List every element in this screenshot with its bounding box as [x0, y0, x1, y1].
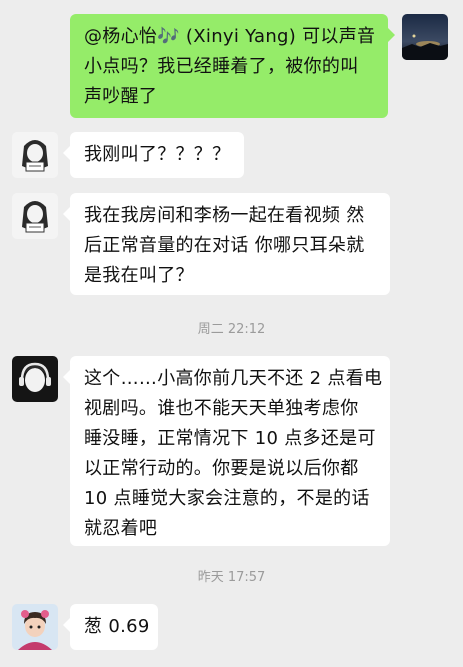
timestamp: 昨天 17:57: [197, 570, 266, 585]
message-line: 后正常音量的在对话 你哪只耳朵就: [84, 235, 365, 256]
message-line: 睡没睡，正常情况下 10 点多还是可: [84, 428, 376, 449]
message-line: 就忍着吧: [84, 518, 158, 539]
message-line: 小点吗？我已经睡着了，被你的叫: [84, 56, 359, 77]
timestamp: 周二 22:12: [197, 322, 266, 337]
message-bubble-received[interactable]: 葱 0.69: [63, 604, 158, 650]
message-line: @杨心怡🎶 (Xinyi Yang) 可以声音: [84, 26, 376, 47]
girl-sketch-icon: [12, 193, 58, 239]
contact-avatar-girl-sketch-icon[interactable]: [12, 193, 58, 239]
message-line: 视剧吗。谁也不能天天单独考虑你: [84, 398, 359, 419]
contact-avatar-headphones-boy-icon[interactable]: [12, 356, 58, 402]
message-bubble-received[interactable]: 我在我房间和李杨一起在看视频 然 后正常音量的在对话 你哪只耳朵就 是我在叫了？: [63, 193, 390, 295]
headphones-boy-icon: [12, 356, 58, 402]
message-line: 10 点睡觉大家会注意的，不是的话: [84, 488, 370, 509]
message-line: 声吵醒了: [84, 86, 158, 107]
message-bubble-received[interactable]: 我刚叫了？？？？: [63, 132, 244, 178]
message-bubble-sent[interactable]: @杨心怡🎶 (Xinyi Yang) 可以声音 小点吗？我已经睡着了，被你的叫 …: [70, 14, 395, 118]
contact-avatar-child-photo-icon[interactable]: [12, 604, 58, 650]
message-line: 是我在叫了？: [84, 265, 194, 286]
own-avatar-night-landscape-icon[interactable]: [402, 14, 448, 60]
message-line: 葱 0.69: [84, 616, 150, 637]
child-photo-icon: [12, 604, 58, 650]
contact-avatar-girl-sketch-icon[interactable]: [12, 132, 58, 178]
message-bubble-received[interactable]: 这个……小高你前几天不还 2 点看电 视剧吗。谁也不能天天单独考虑你 睡没睡，正…: [63, 356, 390, 546]
night-landscape-icon: [402, 14, 448, 60]
message-line: 以正常行动的。你要是说以后你都: [84, 458, 359, 479]
message-line: 这个……小高你前几天不还 2 点看电: [84, 368, 383, 389]
message-line: 我在我房间和李杨一起在看视频 然: [84, 205, 365, 226]
message-line: 我刚叫了？？？？: [84, 144, 231, 165]
girl-sketch-icon: [12, 132, 58, 178]
